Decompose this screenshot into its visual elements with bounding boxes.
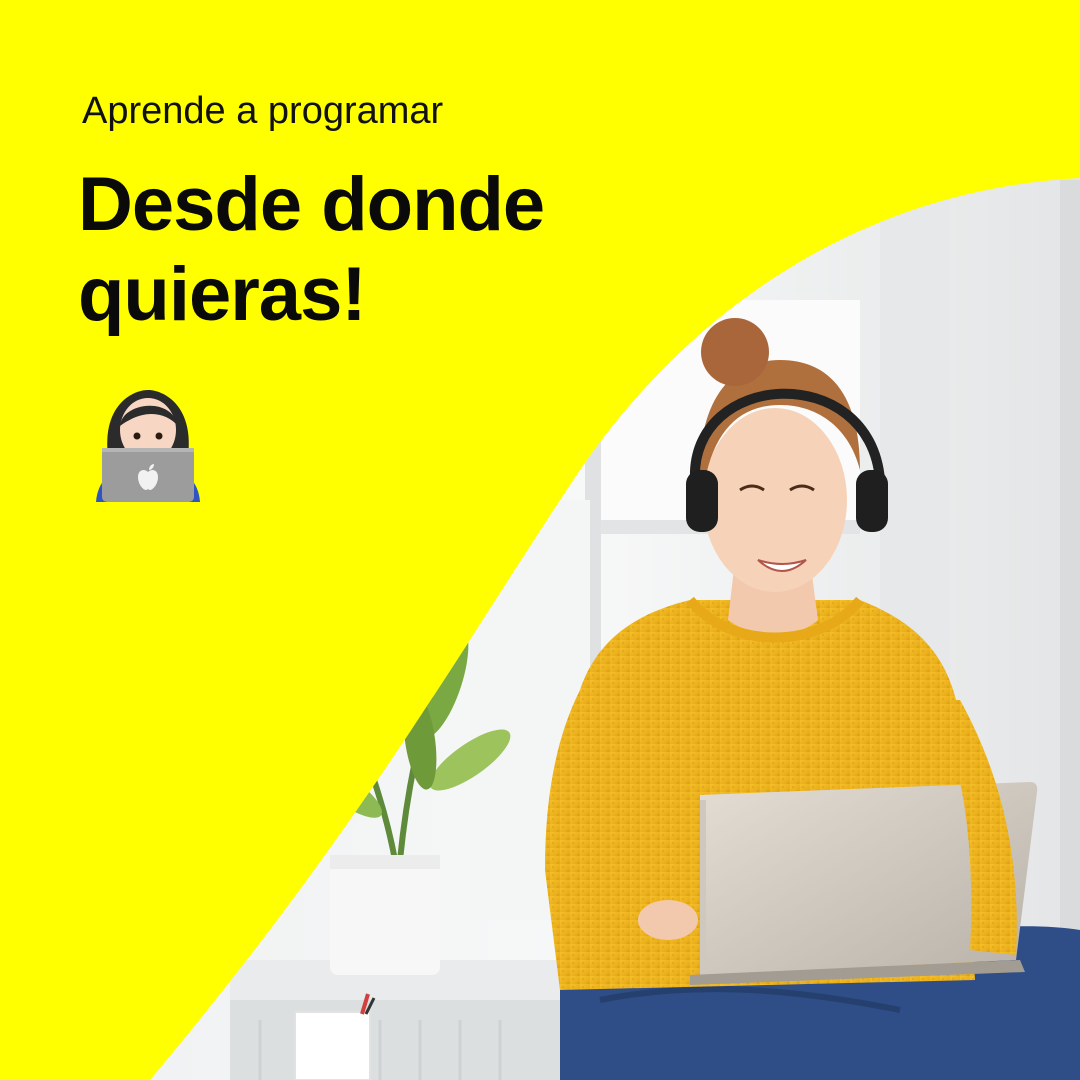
promo-headline-line-2: quieras! <box>78 252 367 337</box>
promo-headline-line-1: Desde donde <box>78 162 545 247</box>
promo-headline: Desde donde quieras! <box>78 160 545 340</box>
promo-eyebrow: Aprende a programar <box>82 90 444 132</box>
woman-technologist-icon <box>96 390 200 502</box>
promo-post: Aprende a programar Desde donde quieras! <box>0 0 1080 1080</box>
